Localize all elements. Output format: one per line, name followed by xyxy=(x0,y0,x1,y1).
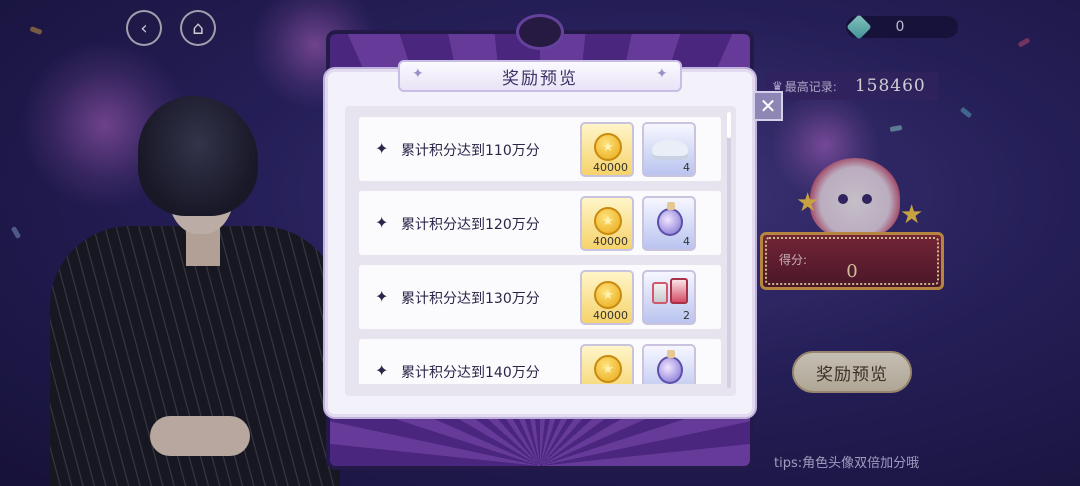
reward-condition: 累计积分达到140万分 xyxy=(401,365,540,381)
sparkle-icon: ✦ xyxy=(375,361,389,380)
reward-item[interactable]: ★ 40000 xyxy=(580,270,634,325)
reward-row: ✦ 累计积分达到140万分 ★ xyxy=(359,339,721,384)
close-icon: ✕ xyxy=(759,94,777,118)
reward-row: ✦ 累计积分达到120万分 ★ 40000 4 xyxy=(359,191,721,255)
item-quantity: 4 xyxy=(683,161,690,174)
powder-icon xyxy=(652,140,688,160)
scrollbar-thumb[interactable] xyxy=(727,112,731,138)
cans-icon xyxy=(652,282,668,304)
coin-icon: ★ xyxy=(594,207,622,235)
reward-row: ✦ 累计积分达到110万分 ★ 40000 4 xyxy=(359,117,721,181)
reward-item[interactable]: ★ 40000 xyxy=(580,196,634,251)
cans-icon xyxy=(670,278,688,304)
item-quantity: 2 xyxy=(683,309,690,322)
item-quantity: 40000 xyxy=(593,161,628,174)
reward-item[interactable] xyxy=(642,344,696,384)
sparkle-icon: ✦ xyxy=(375,213,389,232)
reward-item[interactable]: 4 xyxy=(642,122,696,177)
item-quantity: 40000 xyxy=(593,235,628,248)
coin-icon: ★ xyxy=(594,133,622,161)
item-quantity: 40000 xyxy=(593,309,628,322)
sparkle-icon: ✦ xyxy=(375,287,389,306)
sparkle-icon: ✦ xyxy=(656,66,668,82)
reward-condition: 累计积分达到120万分 xyxy=(401,217,540,233)
item-quantity: 4 xyxy=(683,235,690,248)
potion-icon xyxy=(657,350,683,384)
reward-item[interactable]: ★ 40000 xyxy=(580,122,634,177)
sparkle-icon: ✦ xyxy=(375,139,389,158)
potion-icon xyxy=(657,202,683,236)
sparkle-icon: ✦ xyxy=(412,66,424,82)
reward-item[interactable]: 4 xyxy=(642,196,696,251)
reward-condition: 累计积分达到130万分 xyxy=(401,291,540,307)
reward-item[interactable]: 2 xyxy=(642,270,696,325)
coin-icon: ★ xyxy=(594,281,622,309)
reward-condition: 累计积分达到110万分 xyxy=(401,143,540,159)
close-button[interactable]: ✕ xyxy=(753,91,783,121)
reward-item[interactable]: ★ xyxy=(580,344,634,384)
reward-row: ✦ 累计积分达到130万分 ★ 40000 2 xyxy=(359,265,721,329)
coin-icon: ★ xyxy=(594,355,622,383)
reward-list-clip: ✦ 累计积分达到140万分 ★ xyxy=(345,330,736,384)
modal-title: 奖励预览 xyxy=(398,60,682,92)
